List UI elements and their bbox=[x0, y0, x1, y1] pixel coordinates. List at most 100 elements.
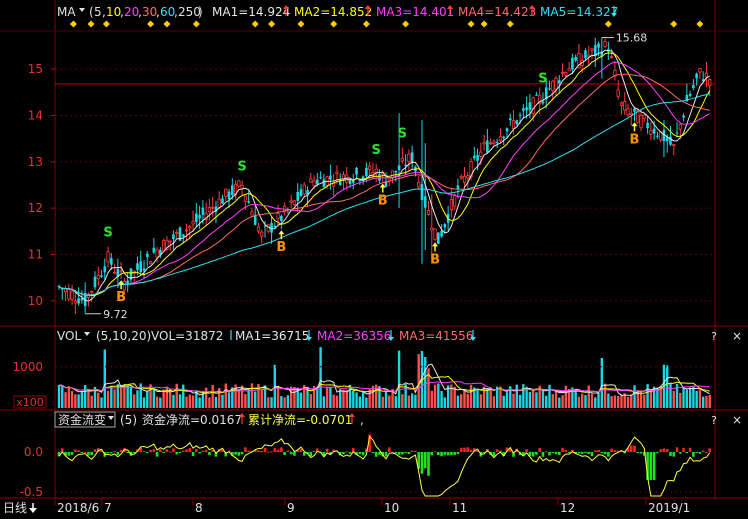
chart-canvas[interactable]: 15 14 13 12 11 10 15.68 9.72 S B S B S B S B S B MA (5, 10, 2… bbox=[0, 0, 748, 519]
volume-bar bbox=[551, 394, 554, 408]
volume-bar bbox=[613, 395, 617, 408]
fund-flow-bar bbox=[178, 452, 182, 453]
candle-body bbox=[672, 144, 676, 146]
fund-flow-bar bbox=[87, 452, 90, 456]
volume-bar bbox=[260, 389, 263, 408]
volume-bar bbox=[430, 390, 433, 408]
volume-bar bbox=[531, 389, 535, 408]
vol-params: (5,10,20) bbox=[96, 329, 151, 343]
candle-body bbox=[106, 251, 110, 263]
candle-body bbox=[479, 151, 483, 157]
candle-body bbox=[195, 213, 198, 222]
volume-bar bbox=[600, 357, 604, 408]
candle-body bbox=[692, 85, 695, 88]
candle-body bbox=[515, 120, 519, 125]
volume-bar bbox=[643, 394, 646, 408]
candle-body bbox=[462, 175, 467, 183]
ma-param: ( bbox=[89, 5, 94, 19]
candle-body bbox=[184, 229, 189, 232]
candle-body bbox=[417, 181, 421, 188]
fund-flow-bar bbox=[685, 452, 689, 454]
candle-body bbox=[453, 194, 457, 207]
fund-flow-bar bbox=[679, 452, 682, 454]
volume-bar bbox=[698, 390, 702, 408]
candle-body bbox=[221, 198, 224, 204]
candle-body bbox=[122, 281, 126, 291]
vol-close-button[interactable]: × bbox=[732, 329, 742, 343]
volume-bar bbox=[182, 384, 185, 408]
volume-bar bbox=[492, 396, 496, 408]
volume-bar bbox=[149, 384, 152, 408]
volume-bar bbox=[129, 386, 133, 408]
fund-flow-bar bbox=[610, 448, 613, 452]
candle-body bbox=[610, 56, 614, 58]
volume-bar bbox=[397, 350, 401, 408]
volume-bar bbox=[83, 384, 87, 408]
volume-bar bbox=[57, 385, 61, 408]
volume-bar bbox=[646, 384, 649, 408]
volume-bar bbox=[476, 388, 479, 408]
fund-flow-bar bbox=[110, 452, 113, 454]
price-tick-label: 11 bbox=[28, 247, 43, 261]
period-button[interactable]: 日线 bbox=[3, 501, 27, 515]
fund-flow-bar bbox=[701, 450, 705, 452]
candle-body bbox=[682, 115, 685, 118]
fund-flow-bar bbox=[692, 452, 695, 457]
volume-bar bbox=[64, 392, 67, 408]
volume-bar bbox=[254, 391, 257, 408]
volume-bar bbox=[577, 396, 581, 408]
volume-bar bbox=[410, 393, 414, 408]
fund-flow-bar bbox=[672, 452, 676, 457]
volume-bar bbox=[482, 386, 486, 408]
volume-bar bbox=[90, 395, 93, 408]
fund-close-button[interactable]: × bbox=[732, 413, 742, 427]
fund-flow-bar bbox=[374, 452, 378, 457]
volume-bar bbox=[460, 394, 463, 408]
volume-bar bbox=[77, 394, 80, 408]
candle-body bbox=[476, 154, 479, 161]
fund-flow-bar bbox=[459, 447, 463, 452]
fund-flow-bar bbox=[446, 452, 450, 456]
candle-body bbox=[260, 231, 264, 237]
candle-body bbox=[443, 223, 447, 228]
candle-body bbox=[191, 220, 195, 225]
candle-body bbox=[584, 50, 587, 59]
volume-bar bbox=[208, 397, 211, 408]
fund-flow-bar bbox=[244, 447, 247, 452]
fund-flow-bar bbox=[401, 452, 404, 455]
candle-body bbox=[119, 270, 123, 273]
volume-bar bbox=[603, 383, 607, 408]
candle-body bbox=[466, 175, 470, 179]
volume-bar bbox=[414, 394, 417, 408]
fund-flow-bar bbox=[162, 452, 165, 453]
fund-flow-bar bbox=[629, 445, 633, 452]
candle-body bbox=[211, 206, 215, 209]
candle-body bbox=[495, 142, 499, 144]
vol-indicator-name[interactable]: VOL bbox=[57, 329, 81, 343]
fund-indicator-dropdown[interactable]: 资金流变 bbox=[58, 412, 106, 427]
fund-flow-bar bbox=[433, 451, 437, 453]
time-label: 10 bbox=[384, 501, 399, 515]
volume-bar bbox=[669, 383, 672, 408]
fund-flow-bar bbox=[443, 452, 447, 455]
fund-flow-bar bbox=[535, 452, 538, 455]
volume-bar bbox=[417, 354, 420, 408]
candle-body bbox=[423, 196, 427, 208]
vol-ma2-value: MA2=36356 bbox=[317, 329, 391, 343]
fund-help-button[interactable]: ? bbox=[711, 414, 717, 427]
vol-help-button[interactable]: ? bbox=[711, 330, 717, 343]
volume-bar bbox=[175, 383, 178, 408]
time-label: 9 bbox=[287, 501, 295, 515]
time-label: 11 bbox=[452, 501, 467, 515]
candle-body bbox=[256, 226, 261, 232]
candle-body bbox=[355, 167, 358, 175]
candle-body bbox=[322, 179, 326, 188]
volume-bar bbox=[159, 397, 162, 408]
fund-flow-bar bbox=[181, 450, 185, 452]
fund-flow-bar bbox=[639, 452, 643, 454]
ma-indicator-name[interactable]: MA bbox=[57, 5, 76, 19]
candle-body bbox=[400, 157, 404, 162]
fund-flow-bar bbox=[682, 447, 685, 452]
volume-bar bbox=[705, 396, 708, 408]
volume-bar bbox=[172, 394, 175, 408]
